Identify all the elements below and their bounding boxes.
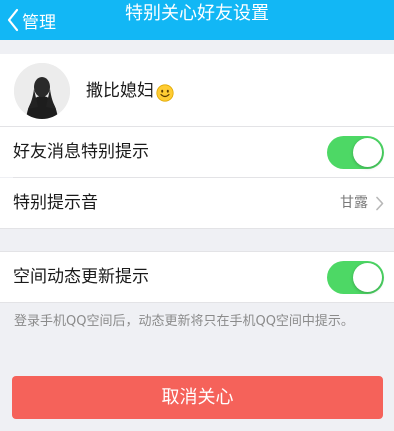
friend-message-alert-row: 好友消息特别提示 (0, 127, 394, 177)
zone-update-alert-toggle[interactable] (327, 261, 384, 294)
smiling-face-icon (156, 82, 174, 102)
back-button[interactable]: 管理 (6, 0, 56, 40)
friend-message-alert-label: 好友消息特别提示 (13, 142, 149, 162)
back-label: 管理 (22, 12, 56, 33)
cancel-care-button[interactable]: 取消关心 (12, 376, 383, 419)
chevron-right-icon (375, 196, 384, 215)
zone-update-alert-row: 空间动态更新提示 (0, 252, 394, 302)
zone-update-alert-label: 空间动态更新提示 (13, 267, 149, 287)
special-tone-label: 特别提示音 (13, 193, 98, 213)
nav-bar: 管理 特别关心好友设置 (0, 0, 394, 40)
divider (0, 302, 394, 303)
special-tone-row[interactable]: 特别提示音 甘露 (0, 178, 394, 228)
profile-name: 撒比媳妇 (86, 81, 154, 101)
special-tone-value: 甘露 (340, 195, 368, 211)
profile-card[interactable]: 撒比媳妇 (0, 54, 394, 126)
divider (0, 228, 394, 229)
toggle-knob (353, 263, 382, 292)
friend-message-alert-toggle[interactable] (327, 136, 384, 169)
toggle-knob (353, 138, 382, 167)
profile-name-container: 撒比媳妇 (86, 76, 174, 106)
page-title: 特别关心好友设置 (125, 3, 269, 24)
avatar (14, 63, 70, 119)
zone-hint-text: 登录手机QQ空间后，动态更新将只在手机QQ空间中提示。 (14, 314, 354, 329)
chevron-left-icon (6, 8, 20, 32)
